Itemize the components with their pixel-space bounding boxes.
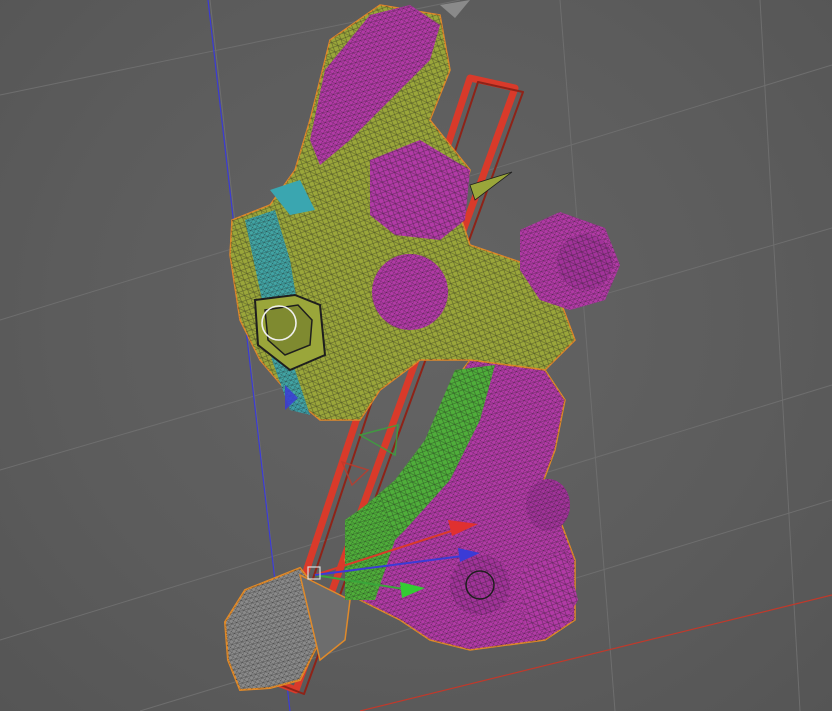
- mesh-upper-arm[interactable]: [229, 4, 620, 421]
- viewport-canvas[interactable]: [0, 0, 832, 711]
- 3d-viewport[interactable]: [0, 0, 832, 711]
- mesh-lower-leg[interactable]: [344, 359, 578, 651]
